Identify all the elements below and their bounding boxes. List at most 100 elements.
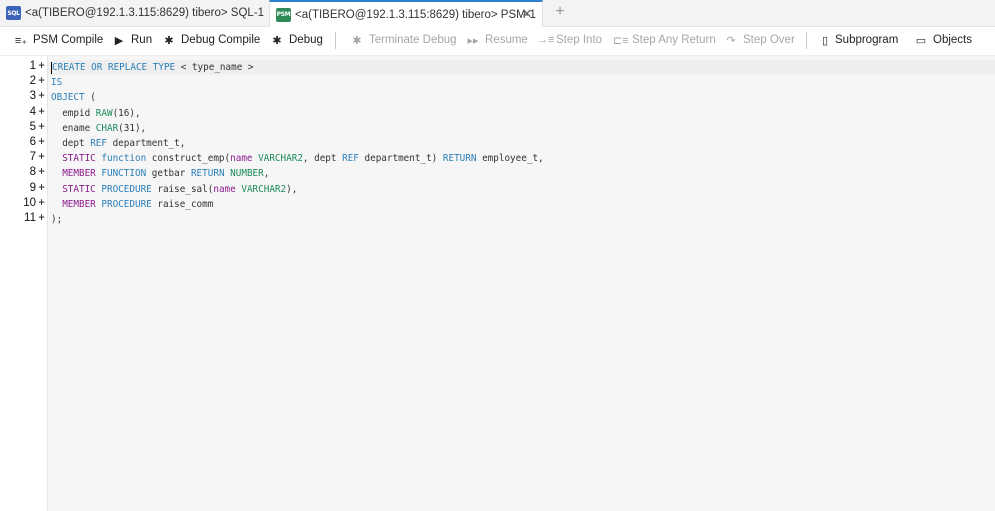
tab-label: <a(TIBERO@192.1.3.115:8629) tibero> SQL-… <box>25 7 265 19</box>
fold-marker-icon[interactable]: + <box>38 60 45 72</box>
code-token: STATIC <box>51 183 96 195</box>
fold-marker-icon[interactable]: + <box>38 166 45 178</box>
fold-marker-icon[interactable]: + <box>38 182 45 194</box>
step-return-icon: ⊏≡ <box>613 34 629 47</box>
step-any-return-label: Step Any Return <box>632 34 716 46</box>
play-icon: ▶ <box>114 34 124 47</box>
code-line[interactable]: IS <box>51 75 62 90</box>
code-token: ); <box>51 214 63 225</box>
sql-file-icon: SQL <box>6 6 21 20</box>
code-token: ( <box>84 92 96 104</box>
line-number-text: 8 <box>29 166 36 179</box>
editor-tab-bar: SQL <a(TIBERO@192.1.3.115:8629) tibero> … <box>0 0 995 27</box>
line-number-text: 10 <box>23 196 36 209</box>
subprogram-icon: ▯ <box>821 34 829 47</box>
code-token: RETURN <box>442 153 477 165</box>
code-token: (31), <box>118 122 147 134</box>
code-token: REF <box>90 138 107 149</box>
code-line[interactable]: MEMBER PROCEDURE raise_comm <box>51 197 213 212</box>
code-token: RETURN <box>190 168 225 180</box>
step-over-label: Step Over <box>743 34 795 46</box>
code-token: CHAR <box>95 122 119 134</box>
line-number: 6 + <box>0 136 46 151</box>
psm-compile-label: PSM Compile <box>33 34 104 46</box>
code-token: , dept <box>302 153 343 165</box>
code-line[interactable]: empid RAW(16), <box>51 106 140 121</box>
code-line[interactable]: OBJECT ( <box>51 90 96 105</box>
psm-file-icon: PSM <box>276 7 291 22</box>
line-number-text: 4 <box>29 105 36 118</box>
resume-button[interactable]: ▸▸ Resume <box>466 27 528 53</box>
code-token: , <box>263 168 270 180</box>
fold-marker-icon[interactable]: + <box>38 90 45 102</box>
code-token: department_t) <box>358 153 443 165</box>
fold-marker-icon[interactable]: + <box>38 136 45 148</box>
close-icon[interactable]: ✕ <box>520 7 534 21</box>
run-label: Run <box>131 34 153 46</box>
fold-marker-icon[interactable]: + <box>38 151 45 163</box>
line-number-text: 9 <box>29 181 36 194</box>
code-token: NUMBER <box>230 168 264 180</box>
step-into-button[interactable]: →≡ Step Into <box>537 27 602 53</box>
code-token: VARCHAR2 <box>258 153 303 165</box>
terminate-icon: ✱ <box>352 34 362 47</box>
step-any-return-button[interactable]: ⊏≡ Step Any Return <box>613 27 716 53</box>
add-tab-button[interactable]: + <box>552 3 568 21</box>
bug-compile-icon: ✱ <box>164 34 174 47</box>
run-button[interactable]: ▶ Run <box>112 27 152 53</box>
resume-label: Resume <box>485 34 528 46</box>
line-number: 8 + <box>0 166 46 181</box>
code-token: < type_name > <box>175 62 254 73</box>
debug-compile-button[interactable]: ✱ Debug Compile <box>162 27 260 53</box>
tab-psm-1[interactable]: PSM <a(TIBERO@192.1.3.115:8629) tibero> … <box>269 0 543 27</box>
objects-button[interactable]: ▭ Objects <box>914 27 972 53</box>
code-token: MEMBER <box>51 198 96 210</box>
code-token: raise_sal( <box>151 183 214 195</box>
debug-button[interactable]: ✱ Debug <box>270 27 323 53</box>
code-token: name <box>230 153 253 165</box>
bug-icon: ✱ <box>272 34 282 47</box>
code-token: PROCEDURE <box>101 183 152 195</box>
compile-icon: ≡₊ <box>14 34 28 47</box>
code-token: PROCEDURE <box>101 198 152 210</box>
line-number-text: 5 <box>29 120 36 133</box>
fold-marker-icon[interactable]: + <box>38 75 45 87</box>
debug-label: Debug <box>289 34 323 46</box>
debug-compile-label: Debug Compile <box>181 34 261 46</box>
code-line[interactable]: ename CHAR(31), <box>51 121 146 136</box>
code-line[interactable]: ); <box>51 212 62 227</box>
code-token: dept <box>51 138 91 149</box>
line-number: 1 + <box>0 60 46 75</box>
code-line[interactable]: STATIC PROCEDURE raise_sal(name VARCHAR2… <box>51 182 297 197</box>
line-number-text: 1 <box>29 60 36 72</box>
terminate-debug-button[interactable]: ✱ Terminate Debug <box>350 27 456 53</box>
code-line[interactable]: MEMBER FUNCTION getbar RETURN NUMBER, <box>51 166 269 181</box>
fold-marker-icon[interactable]: + <box>38 121 45 133</box>
code-line[interactable]: CREATE OR REPLACE TYPE < type_name > <box>48 60 995 75</box>
toolbar-divider <box>806 32 807 49</box>
code-token: department_t, <box>106 138 186 149</box>
line-number: 9 + <box>0 182 46 197</box>
code-token: OBJECT <box>51 92 85 104</box>
code-token: REF <box>342 153 359 165</box>
fold-marker-icon[interactable]: + <box>38 212 45 224</box>
code-token: employee_t, <box>476 153 544 165</box>
line-number-text: 2 <box>29 75 36 88</box>
step-over-button[interactable]: ↷ Step Over <box>724 27 795 53</box>
code-token: RAW <box>95 107 113 119</box>
step-into-label: Step Into <box>556 34 603 46</box>
code-line[interactable]: STATIC function construct_emp(name VARCH… <box>51 151 544 166</box>
tab-label: <a(TIBERO@192.1.3.115:8629) tibero> PSM-… <box>295 8 536 21</box>
subprogram-button[interactable]: ▯ Subprogram <box>820 27 898 53</box>
fold-marker-icon[interactable]: + <box>38 106 45 118</box>
tab-sql-1[interactable]: SQL <a(TIBERO@192.1.3.115:8629) tibero> … <box>0 0 268 26</box>
code-line[interactable]: dept REF department_t, <box>51 136 185 151</box>
fold-marker-icon[interactable]: + <box>38 197 45 209</box>
line-number: 2 + <box>0 75 46 90</box>
code-token: name <box>213 183 236 195</box>
code-editor[interactable] <box>47 56 995 511</box>
code-token: FUNCTION <box>101 168 147 180</box>
psm-compile-button[interactable]: ≡₊ PSM Compile <box>14 27 103 53</box>
line-number: 4 + <box>0 106 46 121</box>
resume-icon: ▸▸ <box>467 34 479 47</box>
